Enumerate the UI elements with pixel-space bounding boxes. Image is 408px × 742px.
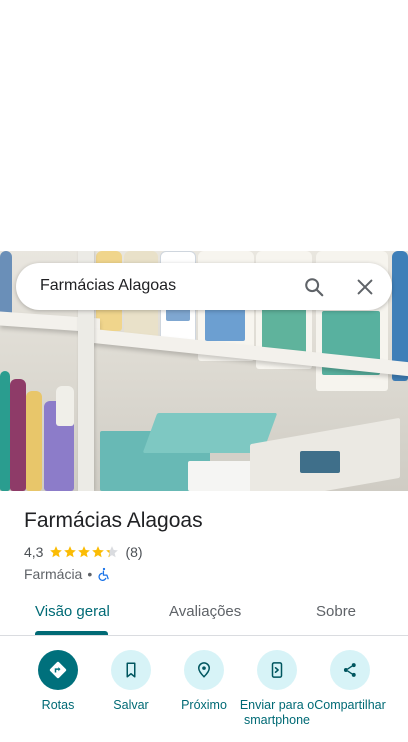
action-label: Compartilhar: [314, 698, 386, 712]
nearby-icon: [184, 650, 224, 690]
place-tabs: Visão geral Avaliações Sobre: [0, 591, 408, 635]
review-count: (8): [125, 544, 143, 560]
send-to-phone-button[interactable]: Enviar para o smartphone: [237, 650, 317, 728]
action-label: Próximo: [181, 698, 227, 712]
wheelchair-accessible-icon: [98, 567, 109, 581]
divider: [0, 635, 408, 636]
star-icon: [92, 546, 105, 558]
blank-area: [0, 0, 408, 251]
action-label: Salvar: [113, 698, 149, 712]
product: [0, 371, 10, 491]
directions-icon: [38, 650, 78, 690]
nearby-button[interactable]: Próximo: [164, 650, 244, 713]
search-bar[interactable]: Farmácias Alagoas: [16, 263, 392, 310]
star-rating: [49, 545, 119, 559]
save-button[interactable]: Salvar: [91, 650, 171, 713]
product: [0, 251, 12, 316]
search-icon[interactable]: [303, 276, 325, 298]
action-label: Rotas: [41, 698, 75, 712]
product: [26, 391, 42, 491]
tab-reviews[interactable]: Avaliações: [169, 603, 241, 620]
search-input[interactable]: Farmácias Alagoas: [40, 277, 176, 295]
star-icon: [64, 546, 77, 558]
product-label: [300, 451, 340, 473]
bookmark-icon: [111, 650, 151, 690]
star-icon: [106, 546, 119, 558]
category-row: Farmácia •: [24, 565, 111, 583]
action-label: Enviar para o smartphone: [239, 698, 315, 727]
rating-value: 4,3: [24, 544, 44, 560]
product: [10, 379, 26, 491]
tab-overview[interactable]: Visão geral: [35, 603, 110, 620]
star-icon: [50, 546, 63, 558]
close-icon[interactable]: [354, 276, 376, 298]
send-to-phone-icon: [257, 650, 297, 690]
star-icon: [78, 546, 91, 558]
product-label: [205, 306, 245, 341]
rating-row[interactable]: 4,3 (8): [24, 543, 143, 561]
product: [56, 386, 74, 426]
share-button[interactable]: Compartilhar: [310, 650, 390, 713]
share-icon: [330, 650, 370, 690]
separator: •: [87, 566, 93, 582]
tab-about[interactable]: Sobre: [316, 603, 356, 620]
place-title: Farmácias Alagoas: [24, 509, 203, 532]
directions-button[interactable]: Rotas: [18, 650, 98, 713]
place-category: Farmácia: [24, 566, 83, 582]
